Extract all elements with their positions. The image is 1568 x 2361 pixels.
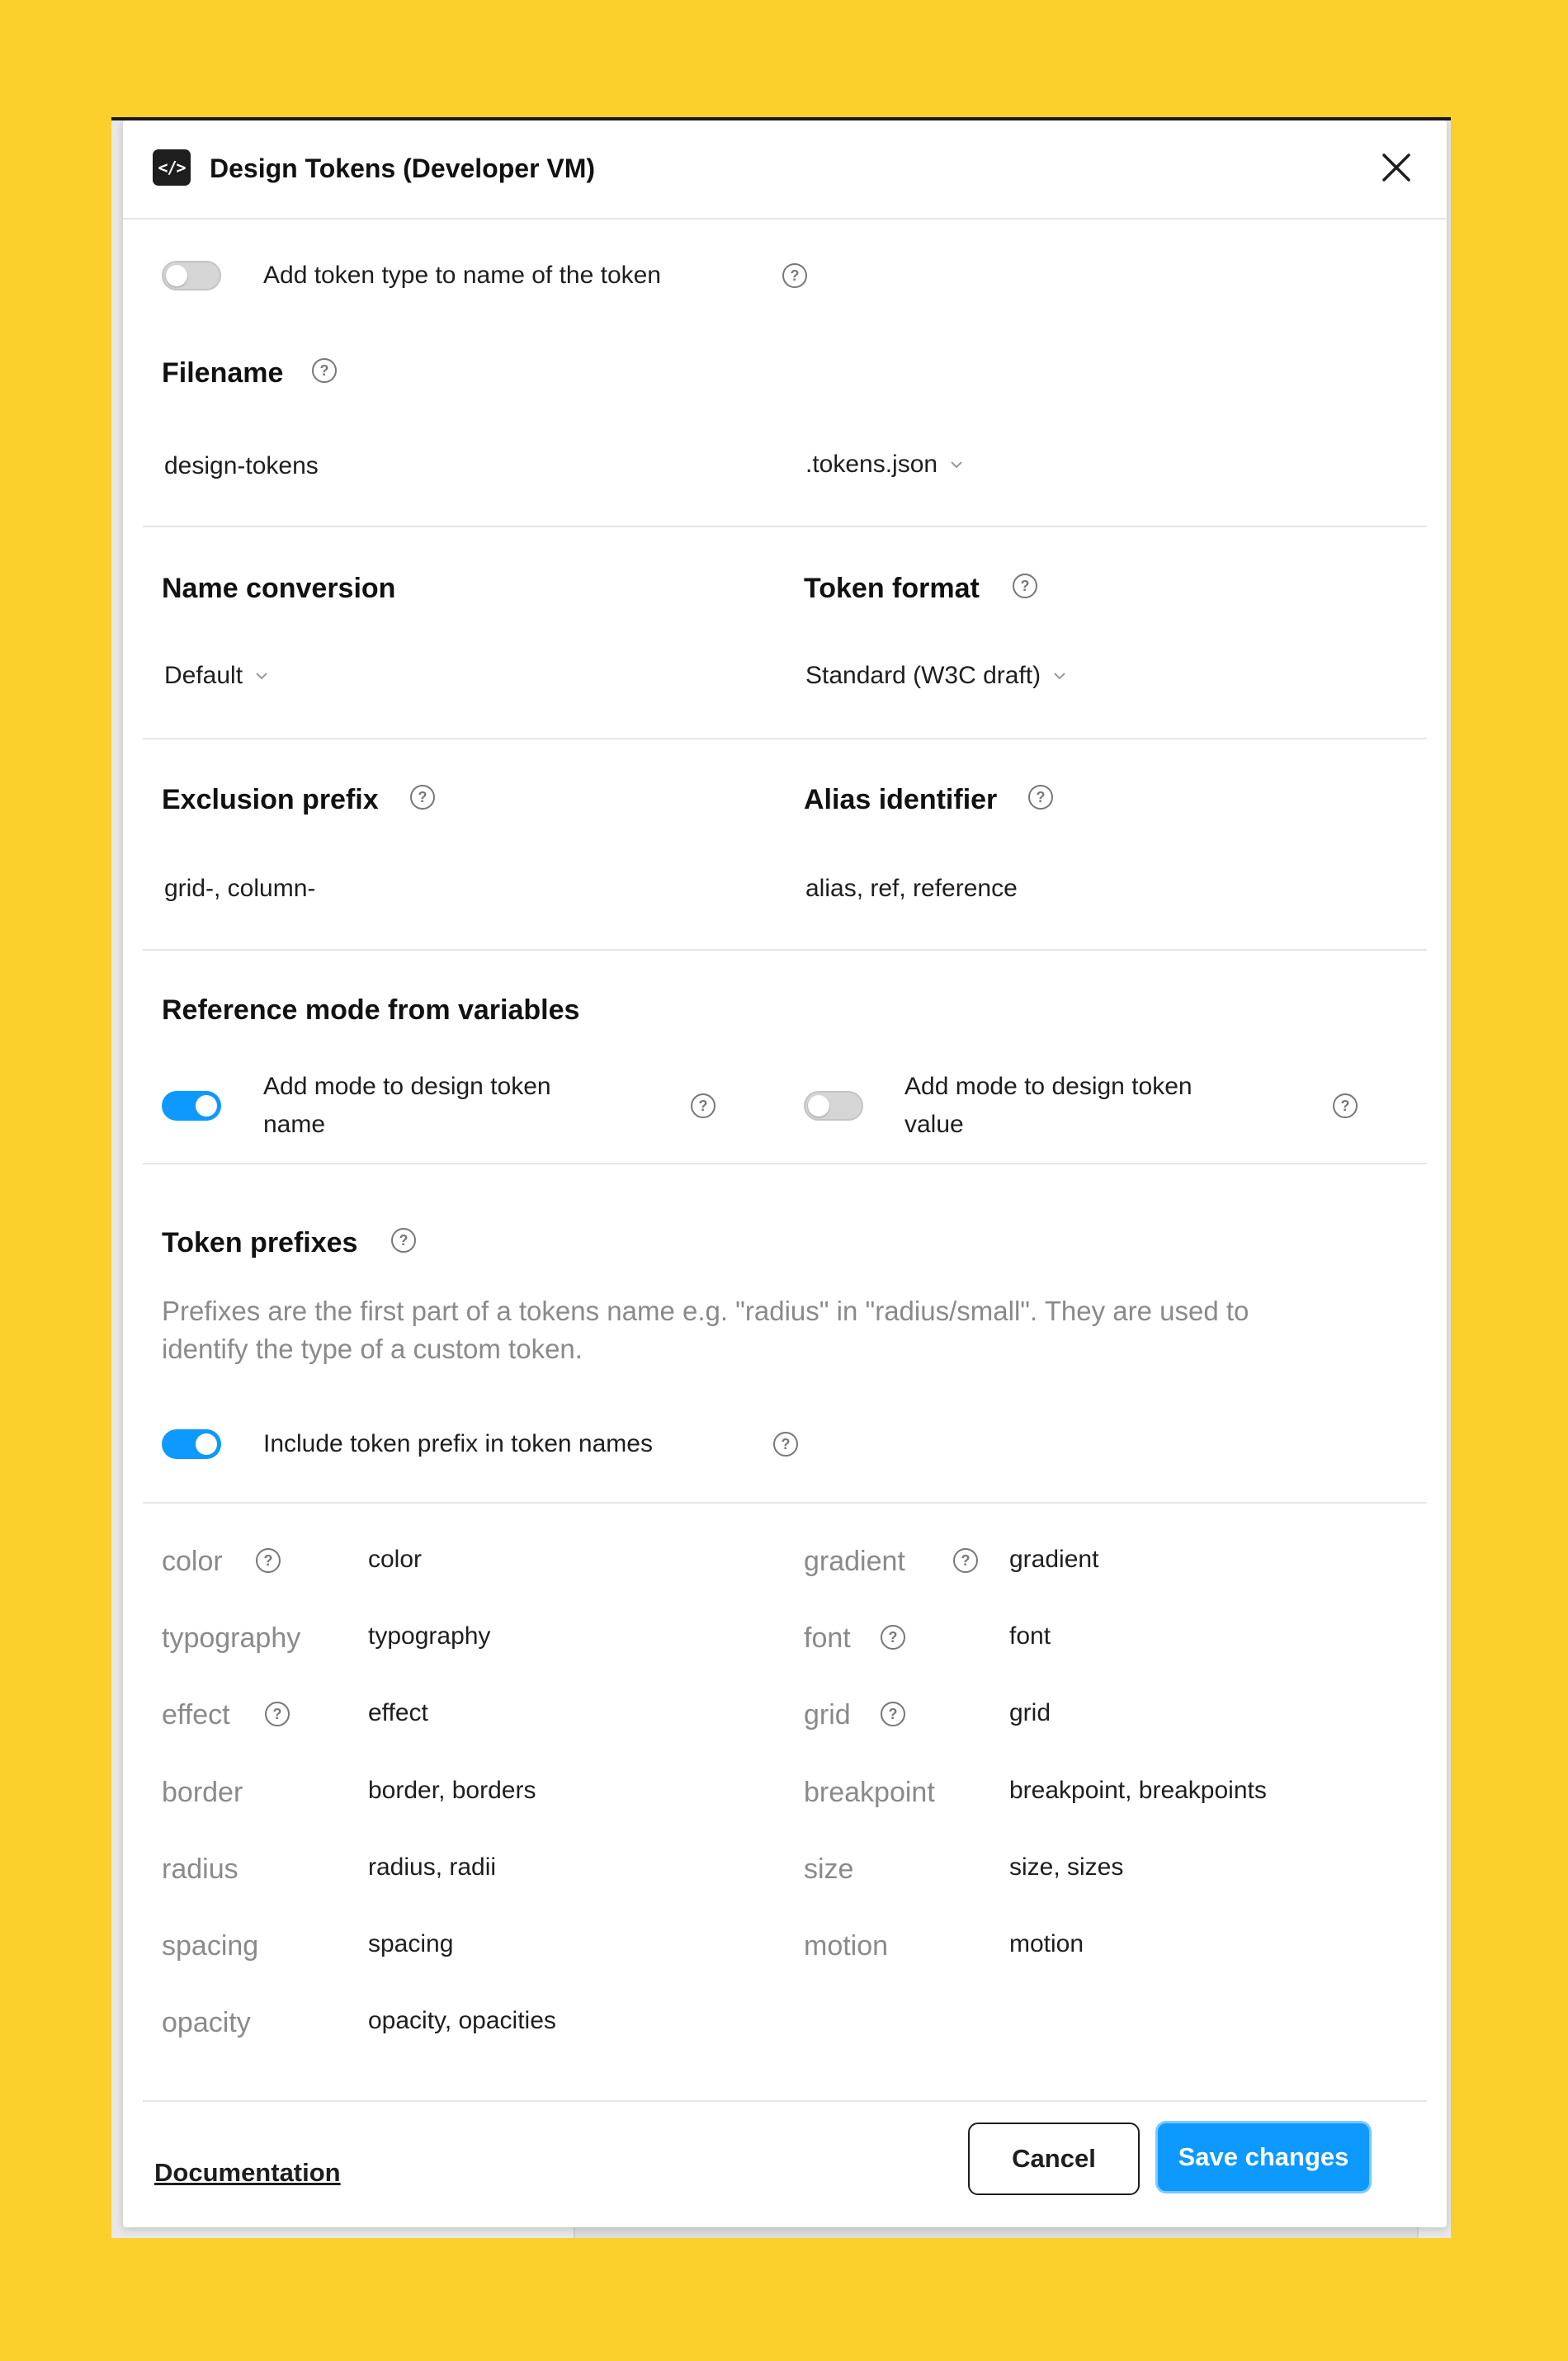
name-conversion-heading: Name conversion [162,573,396,604]
name-conversion-value: Default [164,662,243,689]
prefix-key-gradient: gradient [804,1546,905,1577]
alias-identifier-input[interactable]: alias, ref, reference [805,873,1018,904]
prefix-value-border[interactable]: border, borders [368,1773,536,1809]
documentation-link[interactable]: Documentation [154,2156,341,2189]
mode-value-label-line2: value [904,1111,964,1138]
prefix-value-typography[interactable]: typography [368,1618,490,1655]
prefix-value-size[interactable]: size, sizes [1009,1849,1123,1886]
mode-name-label-line1: Add mode to design token [263,1073,551,1100]
prefix-key-breakpoint: breakpoint [804,1777,935,1808]
token-prefixes-heading: Token prefixes [162,1227,358,1258]
filename-input[interactable]: design-tokens [164,451,319,482]
prefix-value-opacity[interactable]: opacity, opacities [368,2003,556,2039]
chevron-down-icon [951,461,962,469]
include-prefix-toggle[interactable] [162,1429,221,1459]
prefix-key-effect: effect [162,1699,230,1731]
help-circle-icon[interactable]: ? [1028,785,1053,810]
mode-value-toggle[interactable] [804,1091,863,1121]
help-circle-icon[interactable]: ? [410,785,435,810]
add-token-type-label: Add token type to name of the token [263,262,661,289]
filename-extension-select[interactable]: .tokens.json [805,449,964,480]
mode-value-label-line1: Add mode to design token [904,1073,1193,1100]
add-token-type-toggle[interactable] [162,261,221,290]
help-circle-icon[interactable]: ? [1013,574,1037,598]
token-format-heading: Token format [804,573,980,604]
help-circle-icon[interactable]: ? [773,1432,798,1457]
prefix-value-effect[interactable]: effect [368,1695,428,1731]
help-circle-icon[interactable]: ? [256,1548,281,1573]
filename-extension-value: .tokens.json [805,451,938,478]
prefix-value-grid[interactable]: grid [1009,1695,1051,1731]
save-changes-button[interactable]: Save changes [1158,2123,1369,2191]
mode-name-label-line2: name [263,1111,326,1138]
help-circle-icon[interactable]: ? [691,1093,716,1118]
help-circle-icon[interactable]: ? [1333,1093,1358,1118]
filename-heading: Filename [162,357,284,389]
prefix-value-color[interactable]: color [368,1542,422,1578]
chevron-down-icon [256,673,267,680]
prefix-value-font[interactable]: font [1009,1618,1051,1655]
name-conversion-select[interactable]: Default [164,660,269,692]
dialog-header: </> Design Tokens (Developer VM) [123,120,1447,220]
chevron-down-icon [1054,673,1065,680]
code-brackets-icon: </> [153,149,191,186]
help-circle-icon[interactable]: ? [953,1548,978,1573]
divider [143,2100,1427,2102]
include-prefix-label: Include token prefix in token names [263,1430,653,1457]
prefix-key-spacing: spacing [162,1930,259,1962]
mode-name-toggle[interactable] [162,1091,221,1121]
prefix-value-gradient[interactable]: gradient [1009,1542,1098,1578]
prefix-value-radius[interactable]: radius, radii [368,1849,496,1886]
dialog-title: Design Tokens (Developer VM) [210,153,596,183]
description-line-2: identify the type of a custom token. [162,1334,583,1364]
prefix-value-breakpoint[interactable]: breakpoint, breakpoints [1009,1773,1267,1809]
exclusion-prefix-input[interactable]: grid-, column- [164,873,315,904]
prefix-key-color: color [162,1546,223,1577]
prefix-key-grid: grid [804,1699,851,1731]
alias-identifier-heading: Alias identifier [804,784,998,815]
divider [143,1163,1427,1164]
help-circle-icon[interactable]: ? [391,1228,416,1253]
close-icon[interactable] [1376,147,1417,188]
prefix-key-typography: typography [162,1622,301,1654]
cancel-button[interactable]: Cancel [968,2123,1140,2195]
help-circle-icon[interactable]: ? [782,263,807,288]
help-circle-icon[interactable]: ? [312,358,337,383]
prefix-key-radius: radius [162,1853,239,1885]
prefix-key-font: font [804,1622,851,1654]
prefix-key-border: border [162,1777,243,1808]
exclusion-prefix-heading: Exclusion prefix [162,784,379,815]
prefix-key-opacity: opacity [162,2007,251,2038]
divider [143,738,1427,739]
help-circle-icon[interactable]: ? [881,1702,905,1726]
reference-mode-heading: Reference mode from variables [162,994,580,1026]
divider [143,1502,1427,1504]
divider [143,949,1427,951]
help-circle-icon[interactable]: ? [881,1625,905,1650]
prefix-key-size: size [804,1853,854,1885]
help-circle-icon[interactable]: ? [265,1702,290,1726]
prefix-key-motion: motion [804,1930,889,1962]
divider [143,526,1427,527]
token-format-value: Standard (W3C draft) [805,662,1041,689]
prefix-value-motion[interactable]: motion [1009,1926,1084,1962]
token-format-select[interactable]: Standard (W3C draft) [805,660,1067,692]
token-prefixes-description: Prefixes are the first part of a tokens … [162,1292,1424,1368]
design-tokens-dialog: </> Design Tokens (Developer VM) Add tok… [123,120,1447,2227]
prefix-value-spacing[interactable]: spacing [368,1926,453,1962]
description-line-1: Prefixes are the first part of a tokens … [162,1296,1249,1326]
